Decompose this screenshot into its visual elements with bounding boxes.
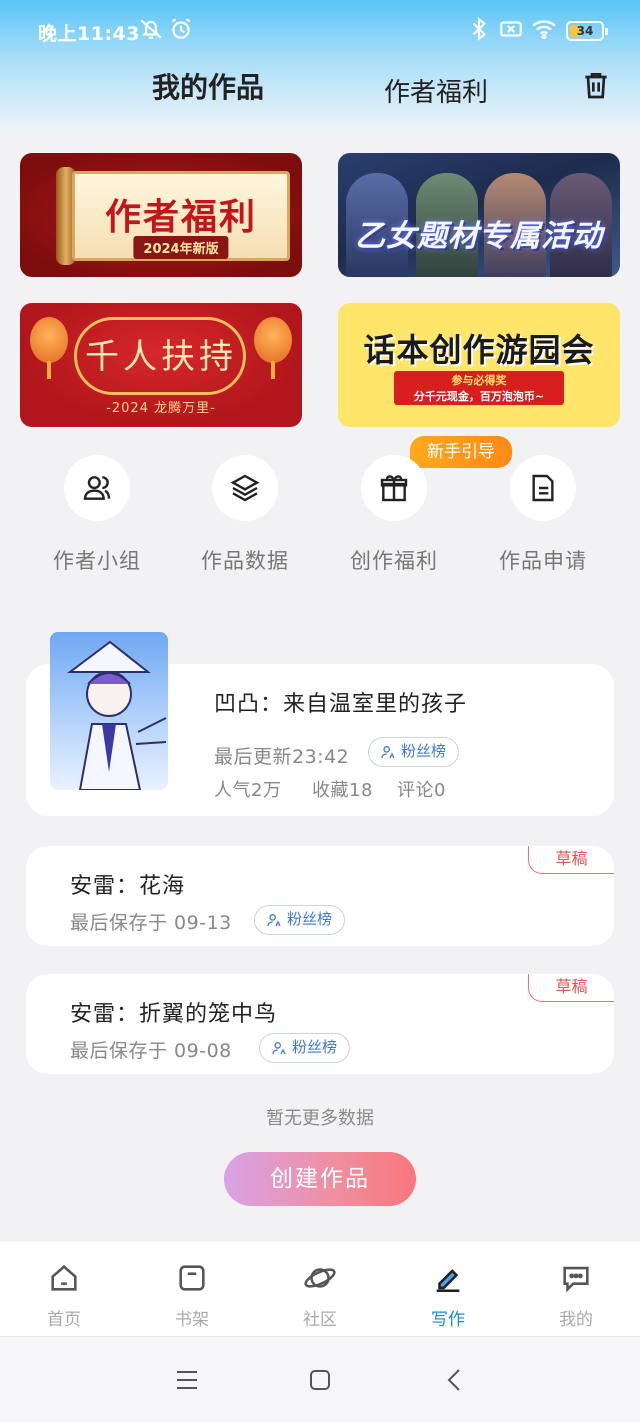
work-comments: 评论0	[397, 780, 446, 801]
nav-item-community[interactable]: 社区	[270, 1261, 370, 1330]
action-label: 作品申请	[499, 549, 587, 573]
work-updated: 最后更新23:42	[214, 746, 350, 768]
draft-badge: 草稿	[528, 846, 614, 874]
bluetooth-icon	[472, 16, 487, 42]
no-sim-icon	[500, 21, 522, 37]
banner-line2: 分千元现金，百万泡泡币~	[413, 390, 545, 403]
banner-subtitle: -2024 龙腾万里-	[106, 401, 216, 416]
work-cover-image[interactable]	[50, 632, 168, 790]
nav-label: 书架	[175, 1310, 209, 1330]
nav-item-write[interactable]: 写作	[398, 1261, 498, 1330]
system-nav-bar	[0, 1336, 640, 1422]
banner-title: 千人扶持	[85, 337, 237, 377]
action-label: 作者小组	[53, 549, 141, 573]
layers-icon	[230, 474, 260, 502]
work-popularity: 人气2万	[214, 780, 282, 801]
banner-thousand-support[interactable]: 千人扶持 -2024 龙腾万里-	[20, 303, 302, 427]
back-icon[interactable]	[444, 1368, 464, 1392]
nav-label: 写作	[431, 1310, 465, 1330]
user-icon	[272, 1042, 286, 1055]
mute-bell-icon	[140, 19, 162, 39]
fan-ranking-badge[interactable]: 粉丝榜	[368, 737, 460, 767]
banner-otome-event[interactable]: 乙女题材专属活动	[338, 153, 620, 277]
bottom-nav: 首页 书架 社区 写作 我的	[0, 1240, 640, 1336]
chat-icon	[563, 1266, 589, 1293]
user-icon	[381, 746, 395, 759]
action-author-group[interactable]: 作者小组	[32, 455, 162, 575]
planet-icon	[304, 1268, 336, 1288]
wifi-icon	[532, 20, 556, 40]
tab-my-works[interactable]: 我的作品	[152, 66, 264, 106]
pen-icon	[436, 1269, 460, 1293]
action-circle	[64, 455, 130, 521]
banner-creation-fair[interactable]: 话本创作游园会 参与必得奖 分千元现金，百万泡泡币~	[338, 303, 620, 427]
cover-illustration	[67, 640, 167, 790]
fan-ranking-badge[interactable]: 粉丝榜	[259, 1033, 351, 1063]
nav-label: 社区	[303, 1310, 337, 1330]
draft-badge: 草稿	[528, 974, 614, 1002]
work-title: 凹凸：来自温室里的孩子	[214, 692, 468, 717]
nav-item-mine[interactable]: 我的	[526, 1261, 626, 1330]
work-title: 安雷：花海	[70, 874, 186, 899]
battery-level: 34	[576, 24, 594, 38]
home-square-icon[interactable]	[308, 1368, 332, 1392]
banner-author-benefits[interactable]: 作者福利 2024年新版	[20, 153, 302, 277]
action-circle	[361, 455, 427, 521]
action-work-data[interactable]: 作品数据	[180, 455, 310, 575]
nav-item-bookshelf[interactable]: 书架	[142, 1261, 242, 1330]
action-circle	[212, 455, 278, 521]
fan-ranking-label: 粉丝榜	[292, 1038, 338, 1056]
trash-icon[interactable]	[580, 68, 612, 102]
action-label: 作品数据	[201, 549, 289, 573]
status-bar: 晚上11:43 34	[0, 0, 640, 60]
banner-title: 乙女题材专属活动	[355, 219, 603, 254]
status-time: 晚上11:43	[38, 23, 140, 45]
banner-subtitle: 2024年新版	[133, 236, 229, 259]
nav-item-home[interactable]: 首页	[14, 1261, 114, 1330]
create-work-button[interactable]: 创建作品	[224, 1152, 416, 1206]
user-icon	[267, 914, 281, 927]
no-more-data-text: 暂无更多数据	[266, 1108, 374, 1129]
home-icon	[51, 1264, 77, 1291]
fan-ranking-badge[interactable]: 粉丝榜	[254, 905, 346, 935]
menu-icon[interactable]	[175, 1369, 199, 1391]
banner-title: 话本创作游园会	[363, 331, 595, 369]
work-favorites: 收藏18	[312, 780, 373, 801]
battery-icon: 34	[566, 21, 608, 41]
gift-icon	[380, 475, 408, 502]
fan-ranking-label: 粉丝榜	[401, 742, 447, 760]
nav-label: 我的	[559, 1310, 593, 1330]
work-title: 安雷：折翼的笼中鸟	[70, 1002, 278, 1027]
tab-author-benefits[interactable]: 作者福利	[384, 72, 488, 109]
action-label: 创作福利	[350, 549, 438, 573]
document-icon	[532, 474, 554, 502]
banner-scroll: 作者福利 2024年新版	[72, 171, 290, 261]
action-work-application[interactable]: 作品申请	[478, 455, 608, 575]
banner-title: 作者福利	[104, 197, 257, 238]
users-icon	[83, 476, 111, 500]
action-circle	[510, 455, 576, 521]
work-saved: 最后保存于 09-13	[70, 912, 232, 934]
work-saved: 最后保存于 09-08	[70, 1040, 232, 1062]
nav-label: 首页	[47, 1310, 81, 1330]
bookshelf-icon	[179, 1265, 205, 1291]
alarm-icon	[171, 18, 191, 39]
banner-line1: 参与必得奖	[451, 374, 507, 387]
action-creation-benefits[interactable]: 创作福利	[329, 455, 459, 575]
fan-ranking-label: 粉丝榜	[287, 910, 333, 928]
